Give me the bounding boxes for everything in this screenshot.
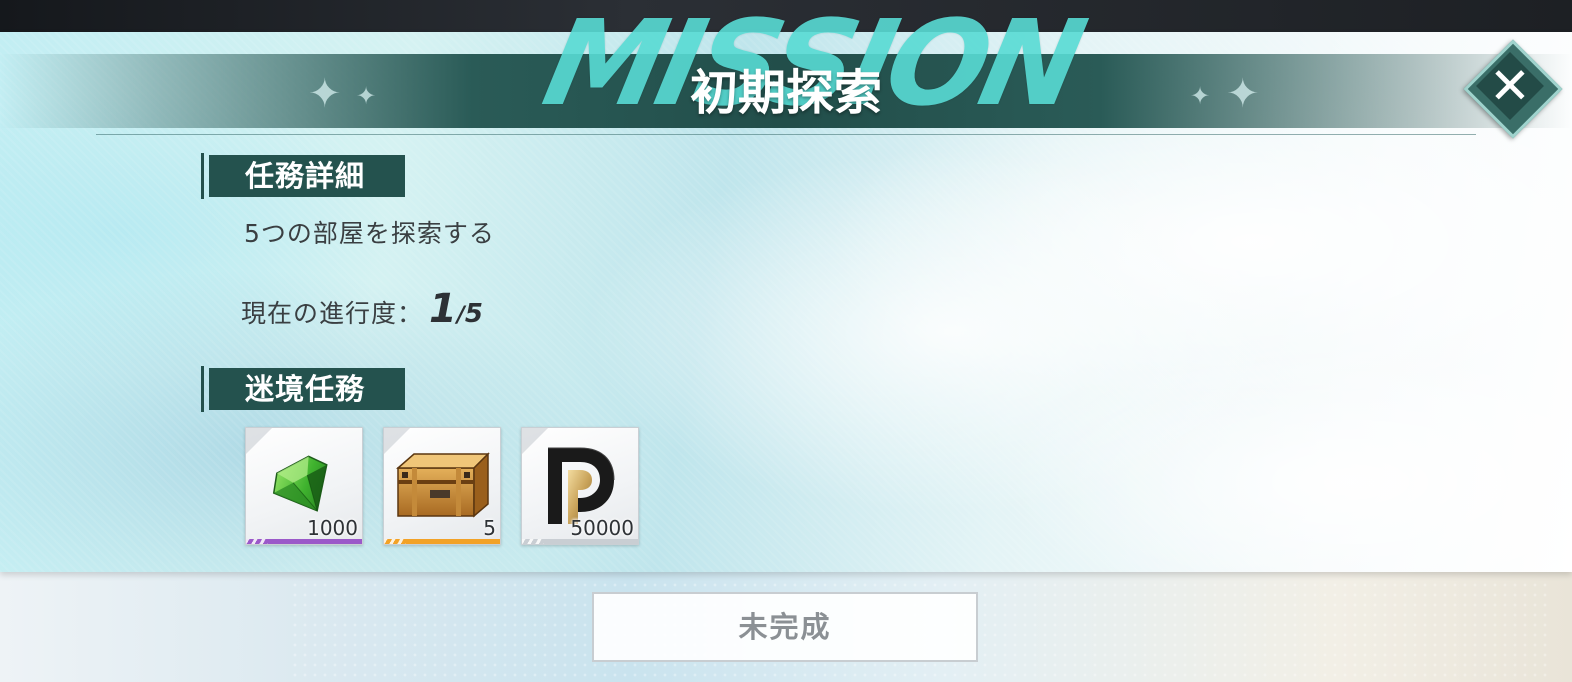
progress-current: 1 — [429, 286, 457, 332]
reward-count: 1000 — [307, 516, 358, 540]
section-title: 迷境任務 — [245, 372, 366, 406]
task-details-header: 任務詳細 — [201, 153, 406, 199]
mission-screen: ✦ ✦ ✦ ✦ MISSION 初期探索 ✕ 任務詳細 5つの部屋を探索する 現… — [0, 0, 1572, 682]
progress-label: 現在の進行度： — [241, 299, 424, 328]
sparkle-icon: ✦ — [356, 82, 377, 110]
title-divider — [96, 134, 1476, 135]
sparkle-icon: ✦ — [308, 71, 342, 117]
rewards-header: 迷境任務 — [201, 366, 406, 412]
reward-item-gem[interactable]: 1000 — [245, 427, 363, 545]
page-title: 初期探索 — [689, 65, 882, 121]
progress-separator: / — [456, 303, 465, 328]
sparkle-icon: ✦ — [1190, 82, 1211, 110]
reward-count: 50000 — [570, 516, 634, 540]
reward-count: 5 — [483, 516, 496, 540]
reward-item-currency[interactable]: 50000 — [521, 427, 639, 545]
task-description: 5つの部屋を探索する — [244, 219, 495, 248]
sparkle-icon: ✦ — [1226, 71, 1260, 117]
close-icon: ✕ — [1489, 57, 1531, 115]
reward-item-crate[interactable]: 5 — [383, 427, 501, 545]
progress-row: 現在の進行度： 1/5 — [241, 286, 483, 336]
section-title: 任務詳細 — [245, 159, 366, 193]
mission-panel: ✦ ✦ ✦ ✦ MISSION 初期探索 ✕ 任務詳細 5つの部屋を探索する 現… — [0, 0, 1572, 572]
incomplete-status-button[interactable]: 未完成 — [592, 592, 978, 662]
close-button[interactable]: ✕ — [1463, 39, 1563, 139]
progress-total: 5 — [464, 299, 483, 329]
